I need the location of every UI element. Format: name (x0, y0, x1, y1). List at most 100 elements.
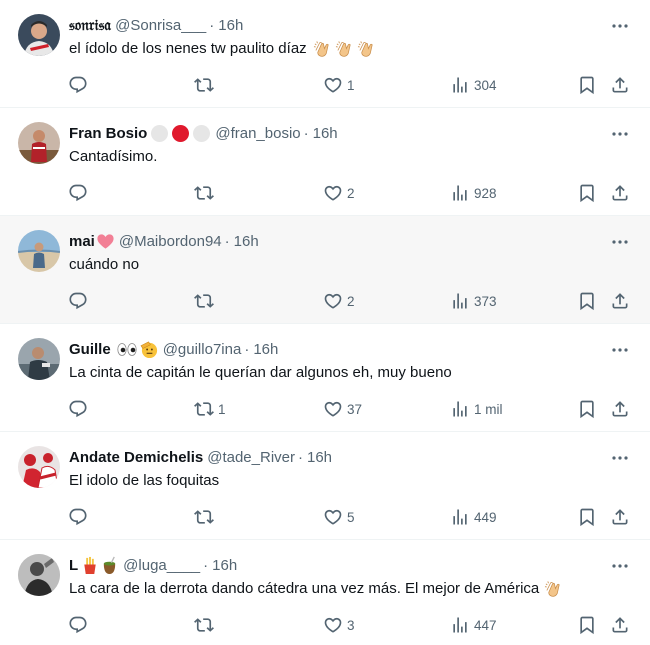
timestamp[interactable]: 16h (234, 233, 259, 250)
display-name[interactable]: L (69, 557, 78, 574)
reply-button[interactable] (68, 181, 92, 205)
timestamp[interactable]: 16h (212, 557, 237, 574)
user-handle[interactable]: @guillo7ina (163, 341, 242, 358)
more-options-icon[interactable] (610, 126, 630, 142)
retweet-count: 1 (218, 401, 226, 417)
bookmark-button[interactable] (577, 73, 597, 97)
bookmark-button[interactable] (577, 289, 597, 313)
reply-button[interactable] (68, 73, 92, 97)
display-name[interactable]: Andate Demichelis (69, 449, 203, 466)
like-count: 1 (347, 77, 355, 93)
red-circle-icon (172, 124, 190, 142)
like-count: 3 (347, 617, 355, 633)
bookmark-button[interactable] (577, 397, 597, 421)
views-icon (450, 615, 470, 635)
avatar[interactable] (18, 446, 60, 488)
views-button[interactable]: 928 (450, 181, 497, 205)
like-button[interactable]: 3 (323, 613, 355, 637)
views-button[interactable]: 449 (450, 505, 497, 529)
display-name[interactable]: mai (69, 233, 95, 250)
like-button[interactable]: 37 (323, 397, 362, 421)
timestamp[interactable]: 16h (253, 341, 278, 358)
views-button[interactable]: 304 (450, 73, 497, 97)
bookmark-button[interactable] (577, 181, 597, 205)
display-name[interactable]: 𝔰𝔬𝔫𝔯𝔦𝔰𝔞 (69, 16, 111, 34)
more-options-icon[interactable] (610, 558, 630, 574)
avatar[interactable] (18, 338, 60, 380)
share-icon (610, 399, 630, 419)
tweet-item[interactable]: Andate Demichelis @tade_River · 16h El i… (0, 432, 650, 540)
like-button[interactable]: 2 (323, 181, 355, 205)
views-icon (450, 183, 470, 203)
separator-dot: · (209, 16, 215, 34)
avatar[interactable] (18, 122, 60, 164)
tweet-item[interactable]: 𝔰𝔬𝔫𝔯𝔦𝔰𝔞 @Sonrisa___ · 16h el ídolo de lo… (0, 0, 650, 108)
bookmark-icon (577, 291, 597, 311)
reply-button[interactable] (68, 505, 92, 529)
timestamp[interactable]: 16h (307, 449, 332, 466)
timestamp[interactable]: 16h (313, 125, 338, 142)
bookmark-button[interactable] (577, 613, 597, 637)
reply-button[interactable] (68, 613, 92, 637)
white-circle-icon (193, 124, 211, 142)
more-options-icon[interactable] (610, 450, 630, 466)
share-button[interactable] (610, 73, 630, 97)
views-button[interactable]: 373 (450, 289, 497, 313)
heart-icon (323, 291, 343, 311)
user-handle[interactable]: @tade_River (207, 449, 295, 466)
more-options-icon[interactable] (610, 18, 630, 34)
share-icon (610, 75, 630, 95)
more-options-icon[interactable] (610, 234, 630, 250)
clapping-hands-icon (335, 40, 354, 59)
avatar[interactable] (18, 230, 60, 272)
user-handle[interactable]: @Sonrisa___ (115, 17, 206, 34)
timestamp[interactable]: 16h (218, 17, 243, 34)
like-button[interactable]: 2 (323, 289, 355, 313)
view-count: 373 (474, 293, 497, 309)
name-emoji-badges (82, 556, 119, 575)
more-options-icon[interactable] (610, 342, 630, 358)
tweet-text-row: La cara de la derrota dando cátedra una … (69, 578, 563, 600)
heart-icon (323, 399, 343, 419)
tweet-item[interactable]: mai @Maibordon94 · 16h cuándo no 2 373 (0, 216, 650, 324)
retweet-button[interactable]: 1 (194, 397, 226, 421)
share-button[interactable] (610, 289, 630, 313)
retweet-icon (194, 291, 214, 311)
like-button[interactable]: 5 (323, 505, 355, 529)
reply-icon (68, 75, 88, 95)
retweet-button[interactable] (194, 181, 218, 205)
tweet-text-row: La cinta de capitán le querían dar algun… (69, 362, 452, 384)
view-count: 449 (474, 509, 497, 525)
view-count: 1 mil (474, 401, 503, 417)
display-name[interactable]: Guille (69, 341, 111, 358)
tweet-text: El idolo de las foquitas (69, 472, 220, 489)
user-handle[interactable]: @luga____ (123, 557, 200, 574)
tweet-text: La cara de la derrota dando cátedra una … (69, 580, 540, 597)
avatar[interactable] (18, 554, 60, 596)
views-button[interactable]: 447 (450, 613, 497, 637)
like-button[interactable]: 1 (323, 73, 355, 97)
user-handle[interactable]: @Maibordon94 (119, 233, 222, 250)
reply-button[interactable] (68, 289, 92, 313)
share-button[interactable] (610, 613, 630, 637)
display-name[interactable]: Fran Bosio (69, 125, 147, 142)
tweet-item[interactable]: L @luga____ · 16h La cara de la derrota … (0, 540, 650, 645)
share-button[interactable] (610, 181, 630, 205)
bookmark-icon (577, 507, 597, 527)
share-button[interactable] (610, 505, 630, 529)
retweet-button[interactable] (194, 289, 218, 313)
share-button[interactable] (610, 397, 630, 421)
retweet-button[interactable] (194, 505, 218, 529)
fries-icon (84, 556, 96, 574)
tweet-item[interactable]: Fran Bosio @fran_bosio · 16h Cantadísimo… (0, 108, 650, 216)
avatar[interactable] (18, 14, 60, 56)
user-handle[interactable]: @fran_bosio (215, 125, 300, 142)
tweet-item[interactable]: Guille @guillo7ina · 16h La cinta de cap… (0, 324, 650, 432)
bookmark-button[interactable] (577, 505, 597, 529)
view-count: 304 (474, 77, 497, 93)
tweet-header: 𝔰𝔬𝔫𝔯𝔦𝔰𝔞 @Sonrisa___ · 16h (69, 14, 243, 36)
retweet-button[interactable] (194, 613, 218, 637)
retweet-button[interactable] (194, 73, 218, 97)
views-button[interactable]: 1 mil (450, 397, 503, 421)
reply-button[interactable] (68, 397, 92, 421)
